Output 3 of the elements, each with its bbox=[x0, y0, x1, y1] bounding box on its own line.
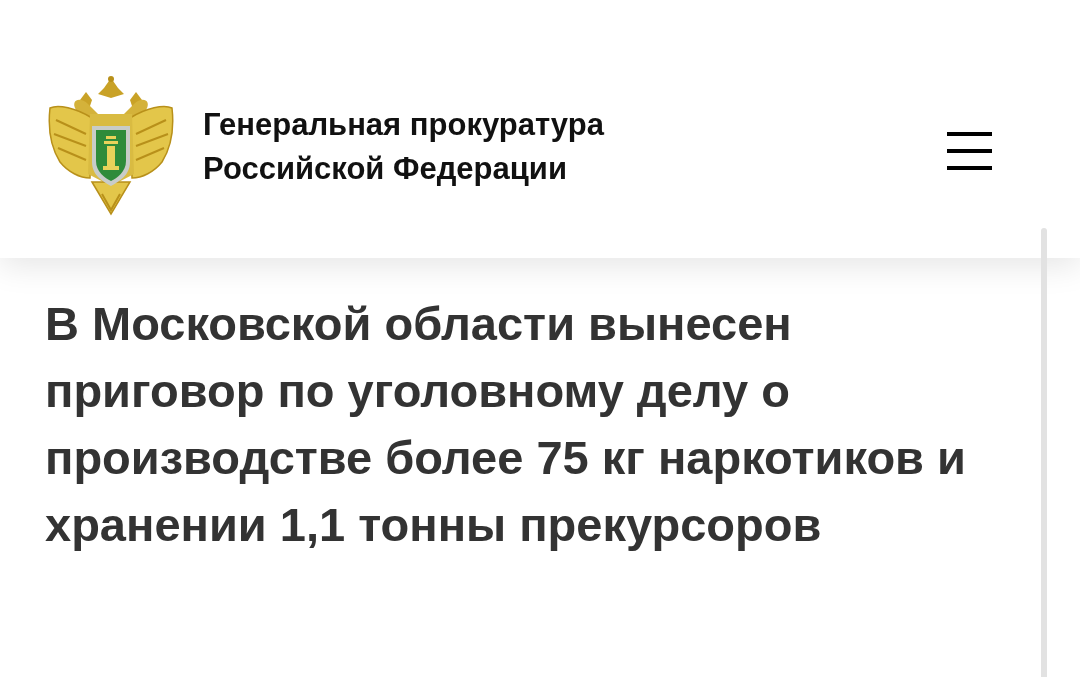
organization-name: Генеральная прокуратура Российской Федерации bbox=[203, 106, 606, 188]
menu-icon bbox=[947, 132, 992, 170]
article-title: В Московской области вынесен приговор по уголовному делу о производстве более 75 кг наркотиков и хранении 1,1 тонны прекурсоров bbox=[45, 296, 967, 553]
